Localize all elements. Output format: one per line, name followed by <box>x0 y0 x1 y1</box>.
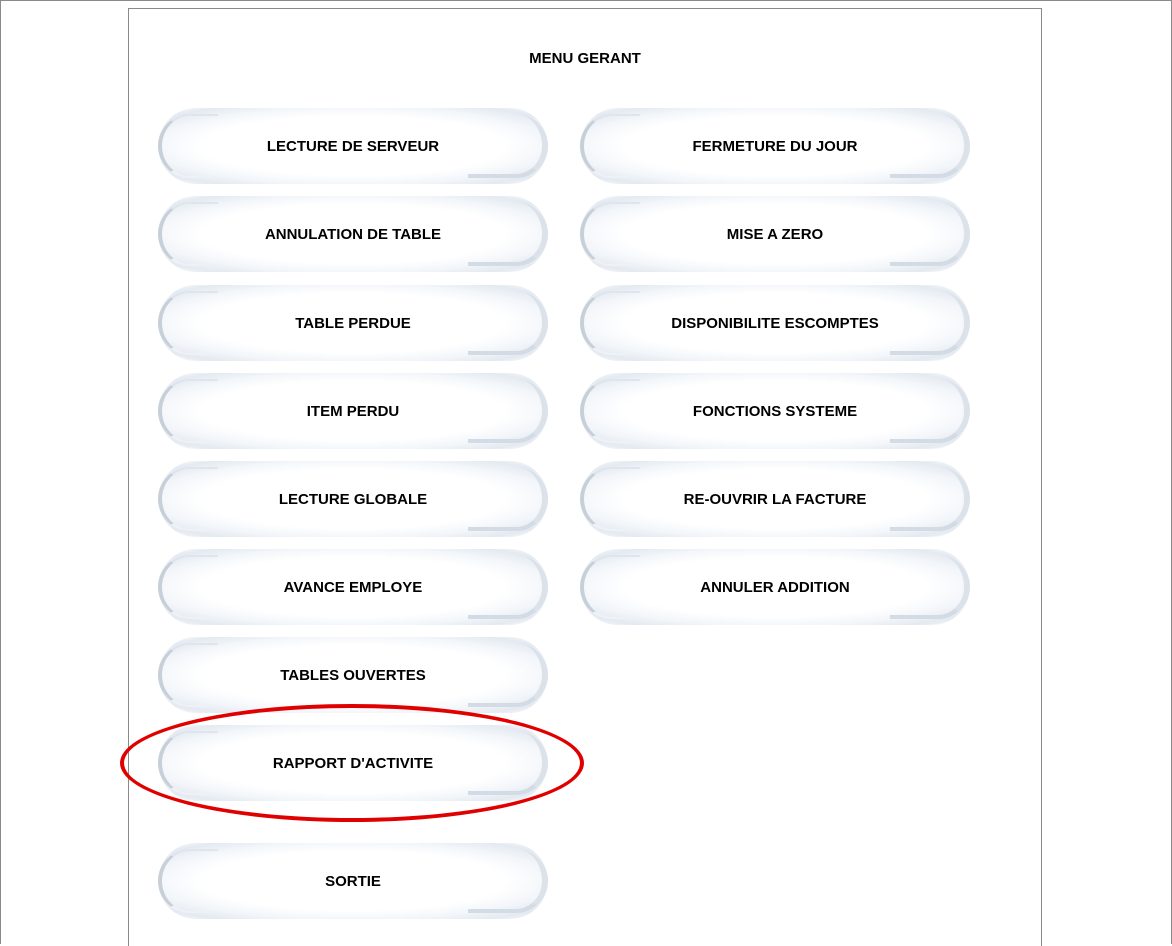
button-lecture-globale[interactable]: LECTURE GLOBALE <box>158 461 548 537</box>
button-label: RAPPORT D'ACTIVITE <box>272 754 434 772</box>
button-fermeture-du-jour[interactable]: FERMETURE DU JOUR <box>580 108 970 184</box>
button-item-perdu[interactable]: ITEM PERDU <box>158 373 548 449</box>
button-mise-a-zero[interactable]: MISE A ZERO <box>580 196 970 272</box>
button-label: DISPONIBILITE ESCOMPTES <box>671 314 879 332</box>
button-label: LECTURE DE SERVEUR <box>266 137 440 155</box>
button-table-perdue[interactable]: TABLE PERDUE <box>158 285 548 361</box>
button-annulation-de-table[interactable]: ANNULATION DE TABLE <box>158 196 548 272</box>
button-disponibilite-escomptes[interactable]: DISPONIBILITE ESCOMPTES <box>580 285 970 361</box>
button-label: LECTURE GLOBALE <box>278 490 428 508</box>
page-title: MENU GERANT <box>529 50 641 67</box>
button-re-ouvrir-la-facture[interactable]: RE-OUVRIR LA FACTURE <box>580 461 970 537</box>
button-label: TABLES OUVERTES <box>280 666 426 684</box>
button-rapport-d-activite[interactable]: RAPPORT D'ACTIVITE <box>158 725 548 801</box>
button-label: FERMETURE DU JOUR <box>692 137 858 155</box>
button-label: ANNULER ADDITION <box>700 578 850 596</box>
button-label: ITEM PERDU <box>306 402 400 420</box>
button-label: FONCTIONS SYSTEME <box>692 402 858 420</box>
button-label: MISE A ZERO <box>726 225 824 243</box>
button-avance-employe[interactable]: AVANCE EMPLOYE <box>158 549 548 625</box>
button-tables-ouvertes[interactable]: TABLES OUVERTES <box>158 637 548 713</box>
button-label: AVANCE EMPLOYE <box>283 578 423 596</box>
button-annuler-addition[interactable]: ANNULER ADDITION <box>580 549 970 625</box>
button-label: ANNULATION DE TABLE <box>264 225 442 243</box>
button-label: RE-OUVRIR LA FACTURE <box>683 490 867 508</box>
button-label: SORTIE <box>325 872 381 890</box>
button-fonctions-systeme[interactable]: FONCTIONS SYSTEME <box>580 373 970 449</box>
button-sortie[interactable]: SORTIE <box>158 843 548 919</box>
button-label: TABLE PERDUE <box>295 314 411 332</box>
button-lecture-de-serveur[interactable]: LECTURE DE SERVEUR <box>158 108 548 184</box>
